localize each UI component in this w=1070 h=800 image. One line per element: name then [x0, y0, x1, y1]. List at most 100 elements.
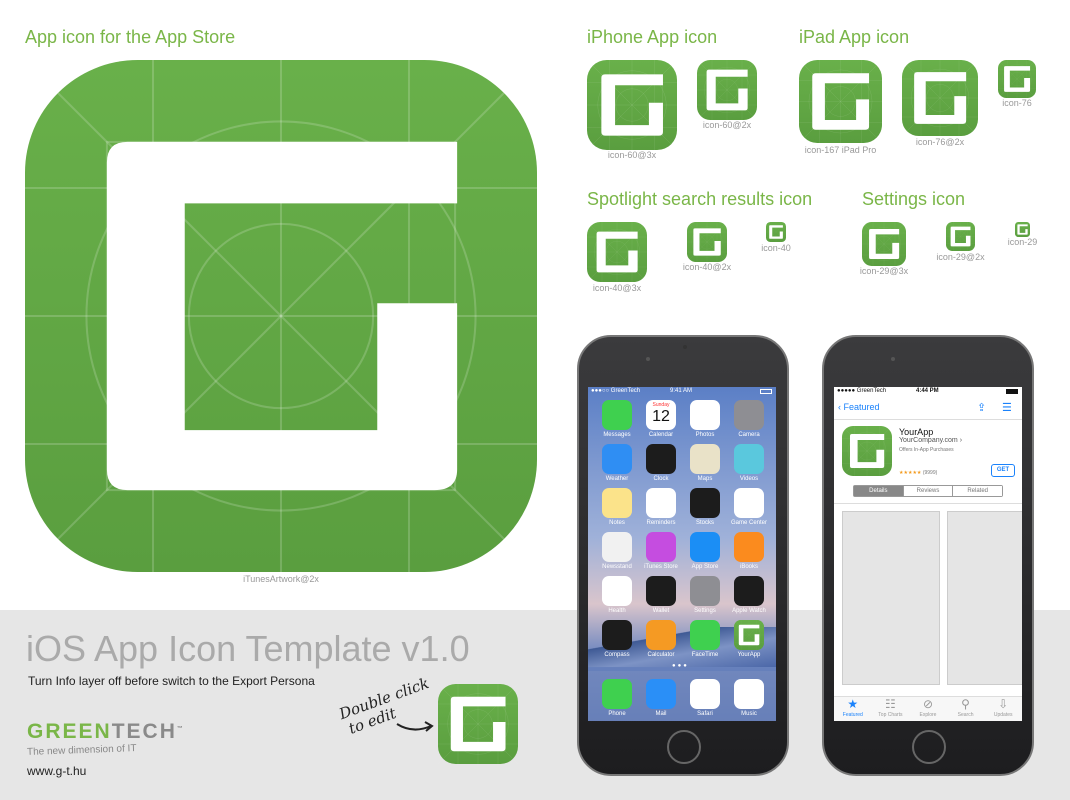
home-button[interactable]: [912, 730, 946, 764]
app-itunes-store[interactable]: [646, 532, 676, 562]
icon-size-label: icon-29: [1007, 237, 1038, 247]
tab-search[interactable]: ⚲ Search: [947, 697, 985, 721]
page-dots: ●●●: [672, 663, 689, 669]
app-safari[interactable]: [690, 679, 720, 709]
app-icon-icon-76[interactable]: [998, 60, 1036, 98]
app-calculator[interactable]: [646, 620, 676, 650]
app-notes[interactable]: [602, 488, 632, 518]
app-facetime[interactable]: [690, 620, 720, 650]
tab-label: Featured: [842, 712, 863, 718]
search-icon: ⚲: [961, 697, 970, 711]
app-app-store[interactable]: [690, 532, 720, 562]
app-messages[interactable]: [602, 400, 632, 430]
tab-bar: ★ Featured ☷ Top Charts ⊘ Explore ⚲ Search ⇩ Upda…: [834, 696, 1022, 721]
compass-icon: ⊘: [922, 697, 934, 711]
icon-size-label: icon-76@2x: [915, 137, 965, 147]
app-apple-watch[interactable]: [734, 576, 764, 606]
share-icon[interactable]: ⇪: [977, 401, 986, 414]
template-instruction: Turn Info layer off before switch to the…: [28, 674, 315, 688]
tab-featured[interactable]: ★ Featured: [834, 697, 872, 721]
list-icon[interactable]: ☰: [1002, 401, 1012, 414]
tab-explore[interactable]: ⊘ Explore: [909, 697, 947, 721]
app-settings[interactable]: [690, 576, 720, 606]
app-label: Phone: [608, 711, 626, 717]
app-music[interactable]: [734, 679, 764, 709]
status-time: 4:44 PM: [916, 388, 939, 394]
app-weather[interactable]: [602, 444, 632, 474]
app-icon-icon-60-2x[interactable]: [697, 60, 757, 120]
app-videos[interactable]: [734, 444, 764, 474]
app-icon-icon-40-2x[interactable]: [687, 222, 727, 262]
app-label: Notes: [609, 520, 625, 526]
back-button[interactable]: ‹ Featured: [838, 402, 880, 412]
calendar-date: 12: [652, 408, 670, 425]
star-icon: ★: [847, 697, 859, 711]
app-label: iBooks: [739, 564, 758, 570]
app-label: Maps: [697, 476, 713, 482]
tab-label: Updates: [993, 712, 1013, 718]
greentech-logo: GREENTECH™: [27, 720, 185, 743]
ipad-section-title: iPad App icon: [799, 27, 910, 47]
spotlight-section-title: Spotlight search results icon: [587, 189, 813, 209]
app-label: Stocks: [695, 520, 714, 526]
app-store-screen: ●●●●● GreenTech 4:44 PM ‹ Featured ⇪ ☰ Y…: [834, 387, 1022, 721]
app-label: Mail: [655, 711, 667, 717]
app-store-icon-title: App icon for the App Store: [25, 27, 236, 47]
app-icon-icon-29-2x[interactable]: [946, 222, 975, 251]
icon-size-label: icon-167 iPad Pro: [804, 145, 877, 155]
app-photos[interactable]: [690, 400, 720, 430]
app-icon: [842, 426, 892, 476]
app-icon-icon-40[interactable]: [766, 222, 786, 242]
app-label: Safari: [697, 711, 713, 717]
icon-size-label: icon-29@2x: [936, 252, 985, 262]
tab-updates[interactable]: ⇩ Updates: [984, 697, 1022, 721]
app-icon-icon-29[interactable]: [1015, 222, 1030, 237]
iphone-section-title: iPhone App icon: [587, 27, 718, 47]
app-calendar[interactable]: Sunday 12: [646, 400, 676, 430]
website-link[interactable]: www.g-t.hu: [27, 764, 86, 778]
app-mail[interactable]: [646, 679, 676, 709]
app-label: Videos: [739, 476, 759, 482]
app-health[interactable]: [602, 576, 632, 606]
app-icon-icon-40-3x[interactable]: [587, 222, 647, 282]
app-wallet[interactable]: [646, 576, 676, 606]
app-phone[interactable]: [602, 679, 632, 709]
home-screen: ●●●○○ GreenTech 9:41 AM ●●● Messages Sund…: [588, 387, 776, 721]
editable-app-icon[interactable]: [438, 684, 518, 764]
app-yourapp[interactable]: [734, 620, 764, 650]
status-time: 9:41 AM: [670, 388, 693, 394]
app-icon-icon-29-3x[interactable]: [862, 222, 906, 266]
app-label: Music: [741, 711, 757, 717]
download-icon: ⇩: [998, 697, 1009, 711]
app-game-center[interactable]: [734, 488, 764, 518]
app-maps[interactable]: [690, 444, 720, 474]
app-store-icon[interactable]: [25, 60, 537, 572]
settings-section-title: Settings icon: [862, 189, 966, 209]
app-reminders[interactable]: [646, 488, 676, 518]
home-button[interactable]: [667, 730, 701, 764]
tab-top-charts[interactable]: ☷ Top Charts: [872, 697, 910, 721]
get-button[interactable]: GET: [991, 464, 1015, 477]
app-stocks[interactable]: [690, 488, 720, 518]
app-camera[interactable]: [734, 400, 764, 430]
tab-label: Explore: [919, 712, 937, 718]
app-label: Photos: [695, 432, 715, 438]
app-label: App Store: [691, 564, 719, 570]
icon-size-label: icon-40@3x: [592, 283, 642, 293]
app-label: FaceTime: [691, 652, 719, 658]
app-icon-icon-60-3x[interactable]: [587, 60, 677, 150]
app-icon-icon-76-2x[interactable]: [902, 60, 978, 136]
app-newsstand[interactable]: [602, 532, 632, 562]
iap-note: Offers In-App Purchases: [899, 447, 954, 453]
arrow-icon: [396, 721, 434, 732]
segment-details[interactable]: Details: [854, 486, 903, 496]
segment-reviews[interactable]: Reviews: [902, 486, 953, 496]
developer-link[interactable]: YourCompany.com ›: [899, 437, 962, 444]
front-camera: [646, 357, 650, 361]
app-ibooks[interactable]: [734, 532, 764, 562]
battery-icon: [760, 389, 772, 394]
app-icon-icon-167-ipad-pro[interactable]: [799, 60, 882, 143]
segment-related[interactable]: Related: [952, 486, 1003, 496]
app-compass[interactable]: [602, 620, 632, 650]
app-clock[interactable]: [646, 444, 676, 474]
